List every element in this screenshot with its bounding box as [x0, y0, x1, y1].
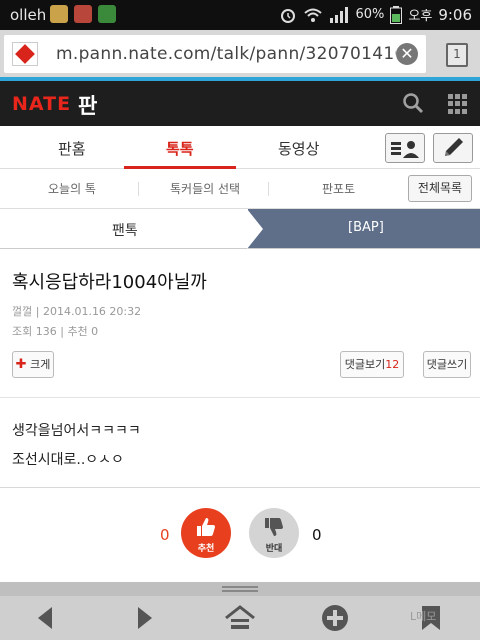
thumbs-down-icon: [265, 518, 283, 536]
view-comments-button[interactable]: 댓글보기12: [340, 351, 404, 378]
tab-talk[interactable]: 톡톡: [166, 138, 194, 159]
home-icon[interactable]: [224, 604, 256, 632]
add-icon[interactable]: [321, 604, 349, 632]
subtab-talkers-choice[interactable]: 톡커들의 선택: [170, 180, 240, 197]
post-body-line-1: 생각을넘어서ㅋㅋㅋㅋ: [12, 423, 141, 439]
post-author[interactable]: 껄껄: [12, 305, 32, 318]
oppose-button[interactable]: 반대: [249, 508, 299, 558]
section-title[interactable]: 판: [78, 90, 97, 120]
url-field[interactable]: m.pann.nate.com/talk/pann/320701416?curr…: [4, 35, 426, 73]
oppose-label: 반대: [265, 544, 283, 554]
recommend-count: 0: [160, 526, 170, 544]
browser-toolbar: L메모: [0, 596, 480, 640]
back-arrow-icon[interactable]: [32, 604, 60, 632]
site-header: NATE 판: [0, 81, 480, 126]
notification-icon: [50, 5, 68, 23]
sub-tabs: 오늘의 톡 톡커들의 선택 판포토 전체목록: [0, 169, 480, 209]
breadcrumb-category-label[interactable]: 팬톡: [112, 220, 138, 240]
memo-label: L메모: [410, 610, 437, 623]
browser-url-bar: m.pann.nate.com/talk/pann/320701416?curr…: [0, 30, 480, 80]
site-favicon-icon: [12, 42, 38, 66]
post-body-line-2: 조선시대로..ㅇㅅㅇ: [12, 452, 124, 468]
post-title: 혹시응답하라1004아닐까: [12, 272, 207, 293]
post-datetime: 2014.01.16 20:32: [42, 305, 142, 318]
nate-logo[interactable]: NATE: [12, 93, 71, 115]
post-author-date: 껄껄 | 2014.01.16 20:32: [12, 305, 142, 318]
url-text[interactable]: m.pann.nate.com/talk/pann/320701416?curr…: [56, 44, 396, 64]
ampm-label: 오후: [408, 9, 433, 24]
profile-list-icon: [391, 141, 419, 158]
clear-url-button[interactable]: ✕: [396, 43, 418, 65]
menu-grid-icon[interactable]: [448, 94, 468, 114]
battery-icon: [390, 5, 403, 24]
post-stats: 조회 136 | 추천 0: [12, 325, 99, 338]
clock: 9:06: [438, 5, 472, 24]
oppose-count: 0: [312, 526, 322, 544]
lock-icon: [98, 5, 116, 23]
breadcrumb-board-label[interactable]: [BAP]: [348, 220, 384, 235]
tab-video[interactable]: 동영상: [278, 138, 319, 159]
search-icon[interactable]: [402, 92, 424, 114]
subtab-today[interactable]: 오늘의 톡: [48, 180, 96, 197]
post-recommends: 추천 0: [67, 325, 99, 338]
alarm-icon: [281, 8, 296, 23]
all-list-button[interactable]: 전체목록: [408, 175, 472, 202]
plus-icon: ✚: [15, 357, 27, 372]
tabs-button[interactable]: 1: [446, 43, 468, 67]
main-tabs: 판홈 톡톡 동영상: [0, 126, 480, 169]
grip-icon: [222, 586, 258, 592]
recommend-label: 추천: [197, 544, 215, 554]
carrier-label: olleh: [10, 6, 47, 24]
post-views: 조회 136: [12, 325, 57, 338]
recommend-button[interactable]: 추천: [181, 508, 231, 558]
subtab-pann-photo[interactable]: 판포토: [322, 180, 355, 197]
pencil-icon: [445, 138, 463, 156]
forward-arrow-icon[interactable]: [130, 604, 158, 632]
wifi-icon: [304, 8, 323, 22]
comment-count: 12: [385, 358, 400, 371]
tab-pann-home[interactable]: 판홈: [58, 138, 86, 159]
breadcrumb: 팬톡 [BAP]: [0, 209, 480, 249]
thumbs-up-icon: [197, 518, 215, 536]
app-icon: [74, 5, 92, 23]
enlarge-text-button[interactable]: ✚ 크게: [12, 351, 54, 378]
battery-percent: 60%: [355, 7, 385, 22]
status-bar: olleh 60% 오후 9:06: [0, 0, 480, 30]
write-button[interactable]: [433, 133, 473, 163]
my-profile-button[interactable]: [385, 133, 425, 163]
toolbar-drag-handle[interactable]: [0, 582, 480, 596]
write-comment-button[interactable]: 댓글쓰기: [423, 351, 471, 378]
signal-icon: [330, 6, 349, 23]
